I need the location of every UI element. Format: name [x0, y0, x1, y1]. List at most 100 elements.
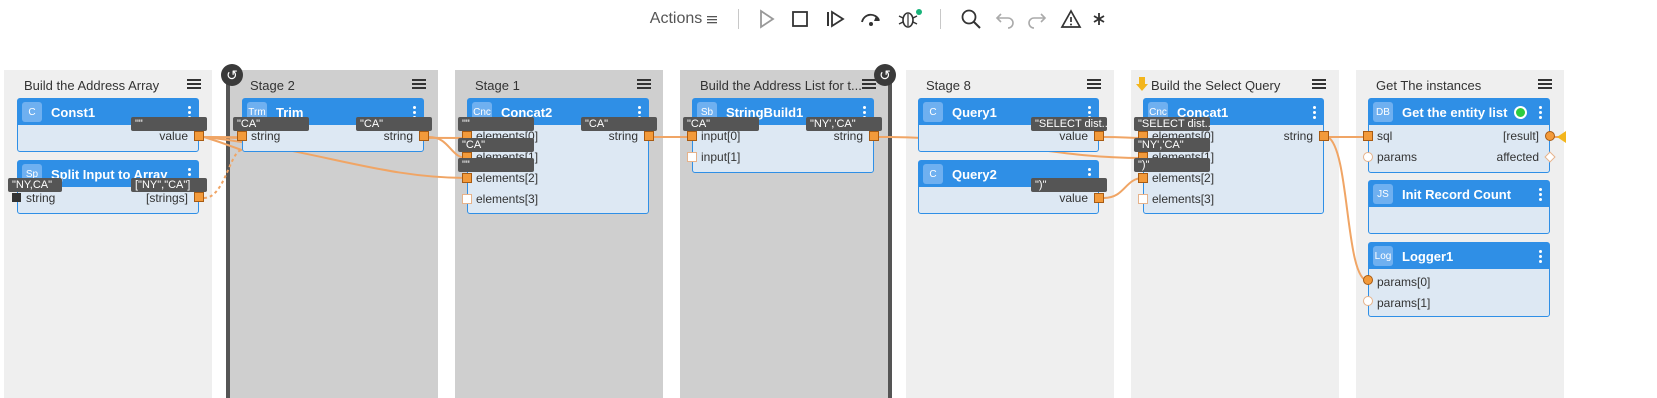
asterisk-icon[interactable] [1088, 6, 1110, 32]
toolbar-divider [940, 9, 941, 29]
step-over-icon[interactable] [858, 6, 884, 32]
refresh-icon[interactable]: ↺ [874, 64, 896, 86]
input-port[interactable] [462, 173, 472, 183]
output-port[interactable] [1319, 131, 1329, 141]
input-port[interactable] [1363, 131, 1373, 141]
more-options-icon[interactable] [1539, 104, 1543, 121]
hamburger-icon[interactable] [1087, 77, 1101, 91]
port-label: elements[3] [1152, 192, 1215, 206]
node-header: JS Init Record Count [1369, 181, 1549, 207]
input-port[interactable] [1138, 173, 1148, 183]
node-title: Logger1 [1402, 248, 1454, 264]
node-badge: JS [1373, 184, 1393, 204]
output-port[interactable] [644, 131, 654, 141]
node-stringbuild1[interactable]: Sb StringBuild1 input[0] input[1] string [692, 98, 874, 173]
value-tag: "NY','CA" [1134, 138, 1210, 152]
value-tag: "CA" [458, 138, 534, 152]
value-tag: "SELECT dist... [1134, 117, 1210, 131]
output-port[interactable] [1094, 193, 1104, 203]
node-title: Query2 [952, 166, 997, 182]
hamburger-icon[interactable] [412, 77, 426, 91]
redo-icon[interactable] [1024, 6, 1050, 32]
value-tag: "CA" [581, 117, 657, 131]
output-port[interactable] [194, 192, 204, 202]
port-label: string [1283, 129, 1313, 143]
stage-title: Build the Address Array [24, 78, 160, 93]
search-icon[interactable] [958, 6, 984, 32]
value-tag: "CA" [233, 117, 309, 131]
node-header: Log Logger1 [1369, 243, 1549, 269]
step-icon[interactable] [822, 6, 848, 32]
node-concat1[interactable]: Cnc Concat1 elements[0] elements[1] elem… [1143, 98, 1324, 214]
input-port[interactable] [1363, 296, 1373, 306]
node-logger1[interactable]: Log Logger1 params[0] params[1] [1368, 242, 1550, 317]
value-tag: ")" [1031, 178, 1107, 192]
port-label: input[0] [701, 129, 741, 143]
stop-icon[interactable] [788, 6, 812, 32]
port-label: string [833, 129, 863, 143]
stage-boundary [226, 70, 230, 398]
port-label: elements[3] [476, 192, 539, 206]
value-tag: "NY,CA" [8, 178, 62, 192]
menu-icon[interactable] [704, 6, 720, 32]
input-port[interactable] [12, 193, 21, 202]
undo-icon[interactable] [992, 6, 1018, 32]
hamburger-icon[interactable] [637, 77, 651, 91]
input-port[interactable] [462, 194, 472, 204]
port-label: elements[2] [476, 171, 539, 185]
input-port[interactable] [1138, 194, 1148, 204]
node-get-entity-list[interactable]: DB Get the entity list sql params [resul… [1368, 98, 1550, 173]
port-label: params[0] [1377, 275, 1431, 289]
value-tag: ["NY","CA"] [131, 178, 207, 192]
more-options-icon[interactable] [1313, 104, 1317, 121]
play-icon[interactable] [754, 6, 778, 32]
input-port[interactable] [1363, 275, 1373, 285]
more-options-icon[interactable] [1539, 248, 1543, 265]
stage-title: Build the Address List for t... [700, 78, 862, 93]
node-init-record-count[interactable]: JS Init Record Count [1368, 180, 1550, 234]
value-tag: "CA" [683, 117, 759, 131]
output-port[interactable] [419, 131, 429, 141]
port-label: value [1059, 191, 1088, 205]
output-port[interactable] [1545, 131, 1555, 141]
port-label: input[1] [701, 150, 741, 164]
input-port[interactable] [687, 131, 697, 141]
port-label: value [1059, 129, 1088, 143]
node-title: Query1 [952, 104, 997, 120]
node-badge: Log [1373, 246, 1393, 266]
port-label: value [159, 129, 188, 143]
hamburger-icon[interactable] [187, 77, 201, 91]
hamburger-icon[interactable] [1312, 77, 1326, 91]
port-label: params[1] [1377, 296, 1431, 310]
node-badge: C [22, 102, 42, 122]
status-dot-icon [1514, 106, 1527, 119]
input-port[interactable] [1363, 152, 1373, 162]
toolbar: Actions [0, 0, 1657, 40]
warning-icon[interactable] [1058, 6, 1084, 32]
actions-label: Actions [649, 10, 703, 27]
refresh-icon[interactable]: ↺ [221, 64, 243, 86]
stage-title: Stage 1 [475, 78, 520, 93]
more-options-icon[interactable] [1539, 186, 1543, 203]
node-badge: C [923, 102, 943, 122]
actions-menu-button[interactable]: Actions [648, 6, 704, 32]
node-concat2[interactable]: Cnc Concat2 elements[0] elements[1] elem… [467, 98, 649, 214]
stage-title: Stage 2 [250, 78, 295, 93]
hamburger-icon[interactable] [1538, 77, 1552, 91]
port-label: params [1377, 150, 1418, 164]
input-port[interactable] [687, 152, 697, 162]
output-port[interactable] [869, 131, 879, 141]
debug-icon[interactable] [896, 6, 924, 32]
output-port[interactable] [194, 131, 204, 141]
node-badge: DB [1373, 102, 1393, 122]
port-label: [strings] [145, 191, 188, 205]
port-label: affected [1496, 150, 1539, 164]
value-tag: "" [458, 158, 534, 172]
output-port[interactable] [1094, 131, 1104, 141]
node-header: DB Get the entity list [1369, 99, 1549, 125]
node-title: Const1 [51, 104, 96, 120]
port-label: elements[2] [1152, 171, 1215, 185]
port-label: string [251, 129, 281, 143]
input-port[interactable] [237, 131, 247, 141]
node-title: Init Record Count [1402, 186, 1512, 202]
